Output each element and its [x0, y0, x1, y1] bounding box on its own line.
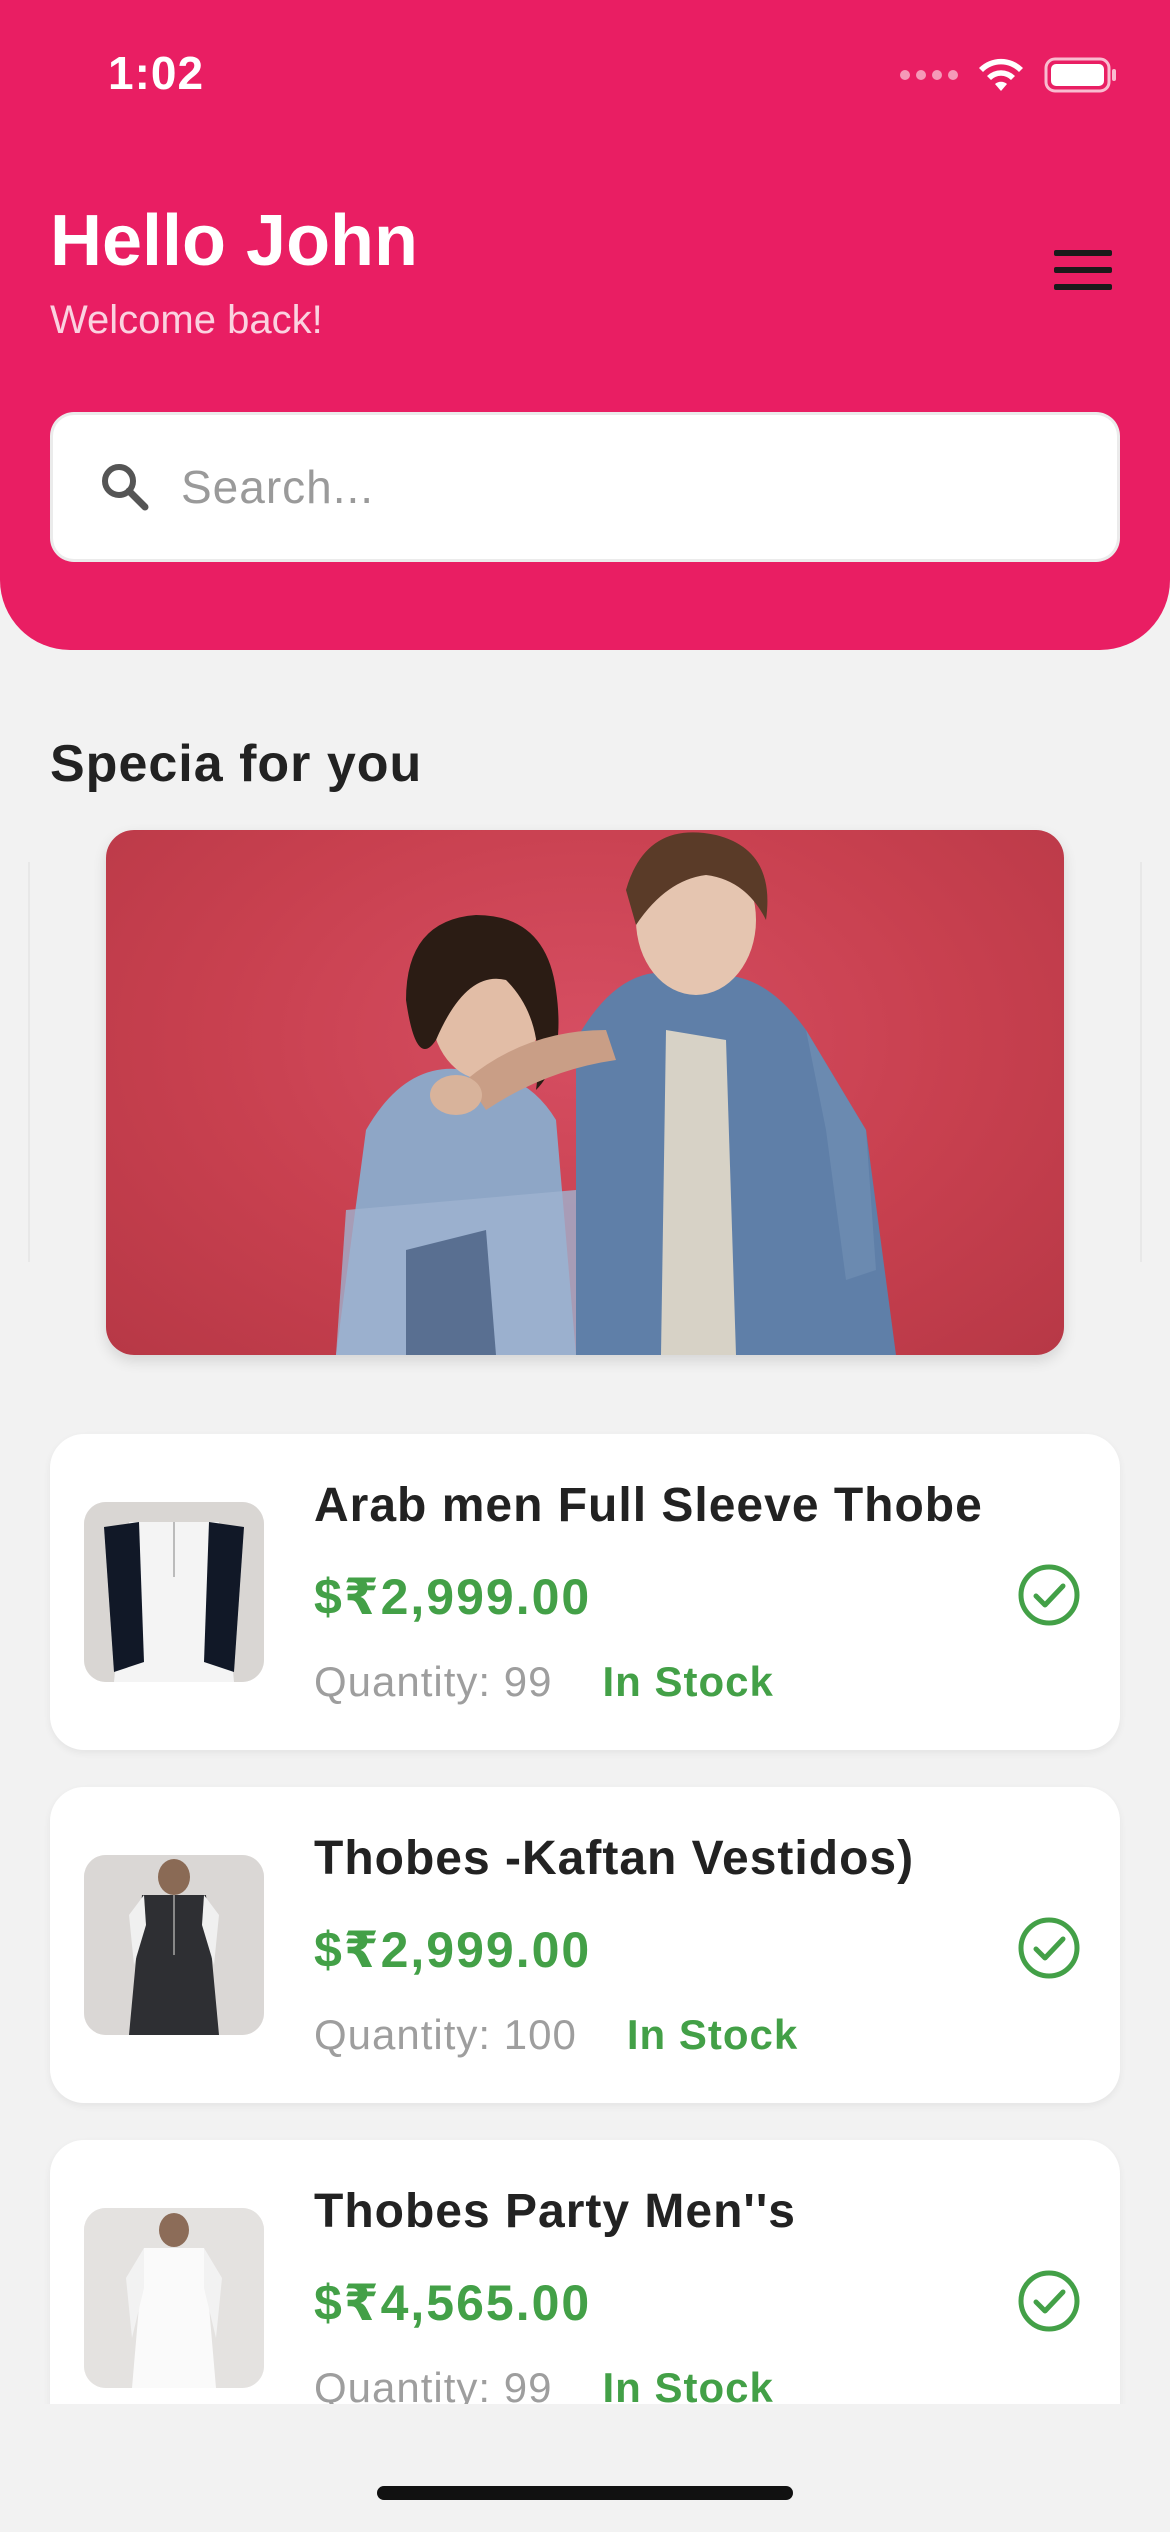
home-indicator[interactable] — [377, 2486, 793, 2500]
search-input[interactable] — [181, 460, 1031, 514]
product-quantity: Quantity: 99 — [314, 1658, 553, 1705]
product-meta: Quantity: 100 In Stock — [314, 2011, 798, 2059]
bottom-safe-area — [0, 2404, 1170, 2532]
product-image — [84, 1855, 264, 2035]
banner-image — [336, 832, 896, 1355]
greeting-subtitle: Welcome back! — [50, 298, 323, 342]
search-bar[interactable] — [50, 412, 1120, 562]
product-price: $₹4,565.00 — [314, 2275, 592, 2331]
product-price: $₹2,999.00 — [314, 1569, 592, 1625]
status-time: 1:02 — [108, 47, 205, 99]
hamburger-menu-icon[interactable] — [1048, 244, 1118, 296]
wifi-icon — [979, 58, 1023, 91]
product-image — [84, 2208, 264, 2388]
check-circle-icon[interactable] — [1016, 1562, 1082, 1628]
product-card[interactable]: Thobes -Kaftan Vestidos) $₹2,999.00 Quan… — [50, 1787, 1120, 2103]
stock-status: In Stock — [626, 2011, 799, 2058]
special-offer-banner[interactable] — [106, 830, 1064, 1355]
product-card[interactable]: Arab men Full Sleeve Thobe $₹2,999.00 Qu… — [50, 1434, 1120, 1750]
product-price: $₹2,999.00 — [314, 1922, 592, 1978]
greeting-title: Hello John — [50, 201, 419, 281]
battery-icon — [1044, 57, 1116, 93]
product-image — [84, 1502, 264, 1682]
carousel-next-peek[interactable] — [1140, 862, 1170, 1262]
signal-icon — [900, 70, 958, 80]
product-name: Arab men Full Sleeve Thobe — [314, 1479, 983, 1532]
product-name: Thobes -Kaftan Vestidos) — [314, 1832, 915, 1885]
check-circle-icon[interactable] — [1016, 1915, 1082, 1981]
product-meta: Quantity: 99 In Stock — [314, 1658, 774, 1706]
app-screen: 1:02 Hello John Welcome back! Search... … — [0, 0, 1170, 2532]
search-icon — [102, 464, 149, 511]
check-circle-icon[interactable] — [1016, 2268, 1082, 2334]
product-name: Thobes Party Men''s — [314, 2185, 796, 2238]
product-quantity: Quantity: 100 — [314, 2011, 577, 2058]
stock-status: In Stock — [602, 1658, 774, 1705]
status-icons — [900, 52, 1118, 98]
header: 1:02 Hello John Welcome back! — [0, 0, 1170, 650]
section-title: Specia for you — [50, 735, 423, 793]
carousel-prev-peek[interactable] — [0, 862, 30, 1262]
